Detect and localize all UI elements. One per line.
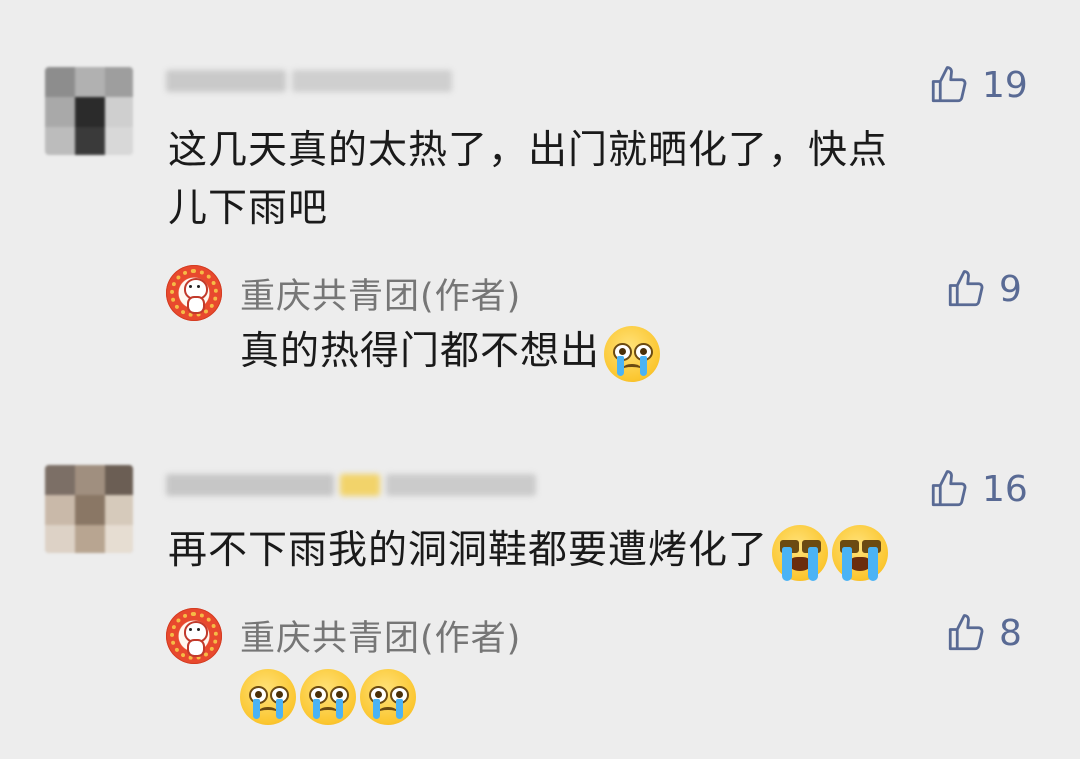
like-button[interactable]: 16: [928, 468, 1028, 510]
commenter-avatar[interactable]: [45, 67, 133, 155]
author-avatar[interactable]: [166, 608, 222, 664]
reply-like-count: 8: [999, 612, 1022, 654]
thumbs-up-icon: [948, 614, 984, 651]
author-avatar[interactable]: [166, 265, 222, 321]
like-count: 16: [982, 468, 1028, 510]
comment-text-content: 再不下雨我的洞洞鞋都要遭烤化了: [168, 528, 769, 573]
commenter-avatar[interactable]: [45, 465, 133, 553]
reply-like-button[interactable]: 8: [945, 612, 1022, 654]
loudly-crying-face-emoji: [832, 524, 889, 581]
commenter-username[interactable]: [166, 474, 542, 504]
comment-text: 再不下雨我的洞洞鞋都要遭烤化了: [168, 522, 1068, 581]
loudly-crying-face-emoji: [772, 524, 829, 581]
thumbs-up-icon: [931, 470, 967, 507]
crying-face-emoji: [604, 325, 661, 382]
thumbs-up-icon: [931, 66, 967, 103]
author-name[interactable]: 重庆共青团(作者): [240, 268, 521, 319]
like-button[interactable]: 19: [928, 64, 1028, 106]
reply-text: 真的热得门都不想出: [240, 323, 661, 382]
crying-face-emoji: [300, 668, 356, 725]
crying-face-emoji: [360, 668, 416, 725]
reply-text: [236, 666, 416, 725]
reply-like-count: 9: [999, 268, 1022, 310]
crying-face-emoji: [240, 668, 296, 725]
reply-like-button[interactable]: 9: [945, 268, 1022, 310]
thumbs-up-icon: [948, 270, 984, 307]
comment-text: 这几天真的太热了，出门就晒化了，快点 儿下雨吧: [168, 128, 889, 231]
reply-text-content: 真的热得门都不想出: [240, 329, 601, 374]
like-count: 19: [982, 64, 1028, 106]
commenter-username[interactable]: [166, 70, 458, 100]
author-name[interactable]: 重庆共青团(作者): [240, 610, 521, 661]
